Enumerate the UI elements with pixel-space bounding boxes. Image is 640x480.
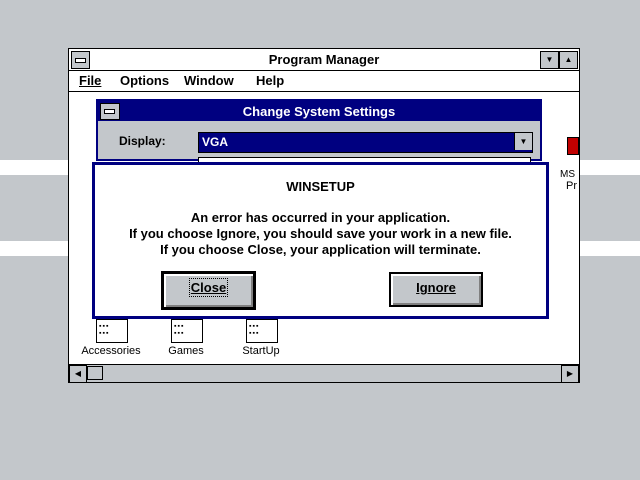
program-manager-title: Program Manager — [268, 52, 380, 67]
accessories-group-icon[interactable]: ▪▪▪ ▪▪▪ — [96, 319, 128, 343]
startup-group-icon[interactable]: ▪▪▪ ▪▪▪ — [246, 319, 278, 343]
system-settings-title: Change System Settings — [242, 104, 396, 119]
dropdown-arrow-icon[interactable]: ▼ — [514, 133, 532, 150]
dialog-title: WINSETUP — [286, 179, 355, 194]
ignore-button-label: Ignore — [416, 280, 456, 295]
menu-options[interactable]: Options — [120, 73, 169, 88]
scroll-thumb[interactable] — [87, 366, 103, 380]
startup-group-label[interactable]: StartUp — [221, 345, 301, 357]
display-label: Display: — [119, 134, 166, 148]
scroll-right-icon[interactable]: ▶ — [561, 365, 579, 383]
program-manager-titlebar[interactable]: Program Manager ▼ ▲ — [69, 49, 579, 71]
close-button[interactable]: Close — [161, 271, 256, 310]
menu-help[interactable]: Help — [256, 73, 284, 88]
partial-app-label[interactable]: Pr — [566, 180, 577, 192]
close-button-label: Close — [188, 278, 229, 297]
dialog-message-line: If you choose Close, your application wi… — [160, 242, 481, 257]
dialog-message-line: If you choose Ignore, you should save yo… — [129, 226, 512, 241]
partial-app-label-top[interactable]: MS — [560, 169, 575, 180]
dialog-message-line: An error has occurred in your applicatio… — [190, 210, 451, 225]
change-system-settings-window: Change System Settings Display: VGA ▼ — [96, 99, 542, 163]
menu-window[interactable]: Window — [184, 73, 234, 88]
scroll-left-icon[interactable]: ◀ — [69, 365, 87, 383]
accessories-group-label[interactable]: Accessories — [71, 345, 151, 357]
menu-bar: File Options Window Help — [69, 71, 579, 92]
ignore-button[interactable]: Ignore — [389, 272, 483, 307]
winsetup-error-dialog: WINSETUP An error has occurred in your a… — [92, 162, 549, 319]
menu-file[interactable]: File — [79, 73, 101, 88]
maximize-arrow-icon[interactable]: ▲ — [559, 51, 578, 69]
system-settings-titlebar[interactable]: Change System Settings — [98, 101, 540, 121]
display-select[interactable]: VGA ▼ — [198, 132, 533, 153]
horizontal-scrollbar[interactable]: ◀ ▶ — [69, 364, 579, 383]
partial-app-icon[interactable] — [567, 137, 579, 155]
games-group-label[interactable]: Games — [146, 345, 226, 357]
games-group-icon[interactable]: ▪▪▪ ▪▪▪ — [171, 319, 203, 343]
minimize-arrow-icon[interactable]: ▼ — [540, 51, 559, 69]
display-value: VGA — [202, 135, 229, 149]
